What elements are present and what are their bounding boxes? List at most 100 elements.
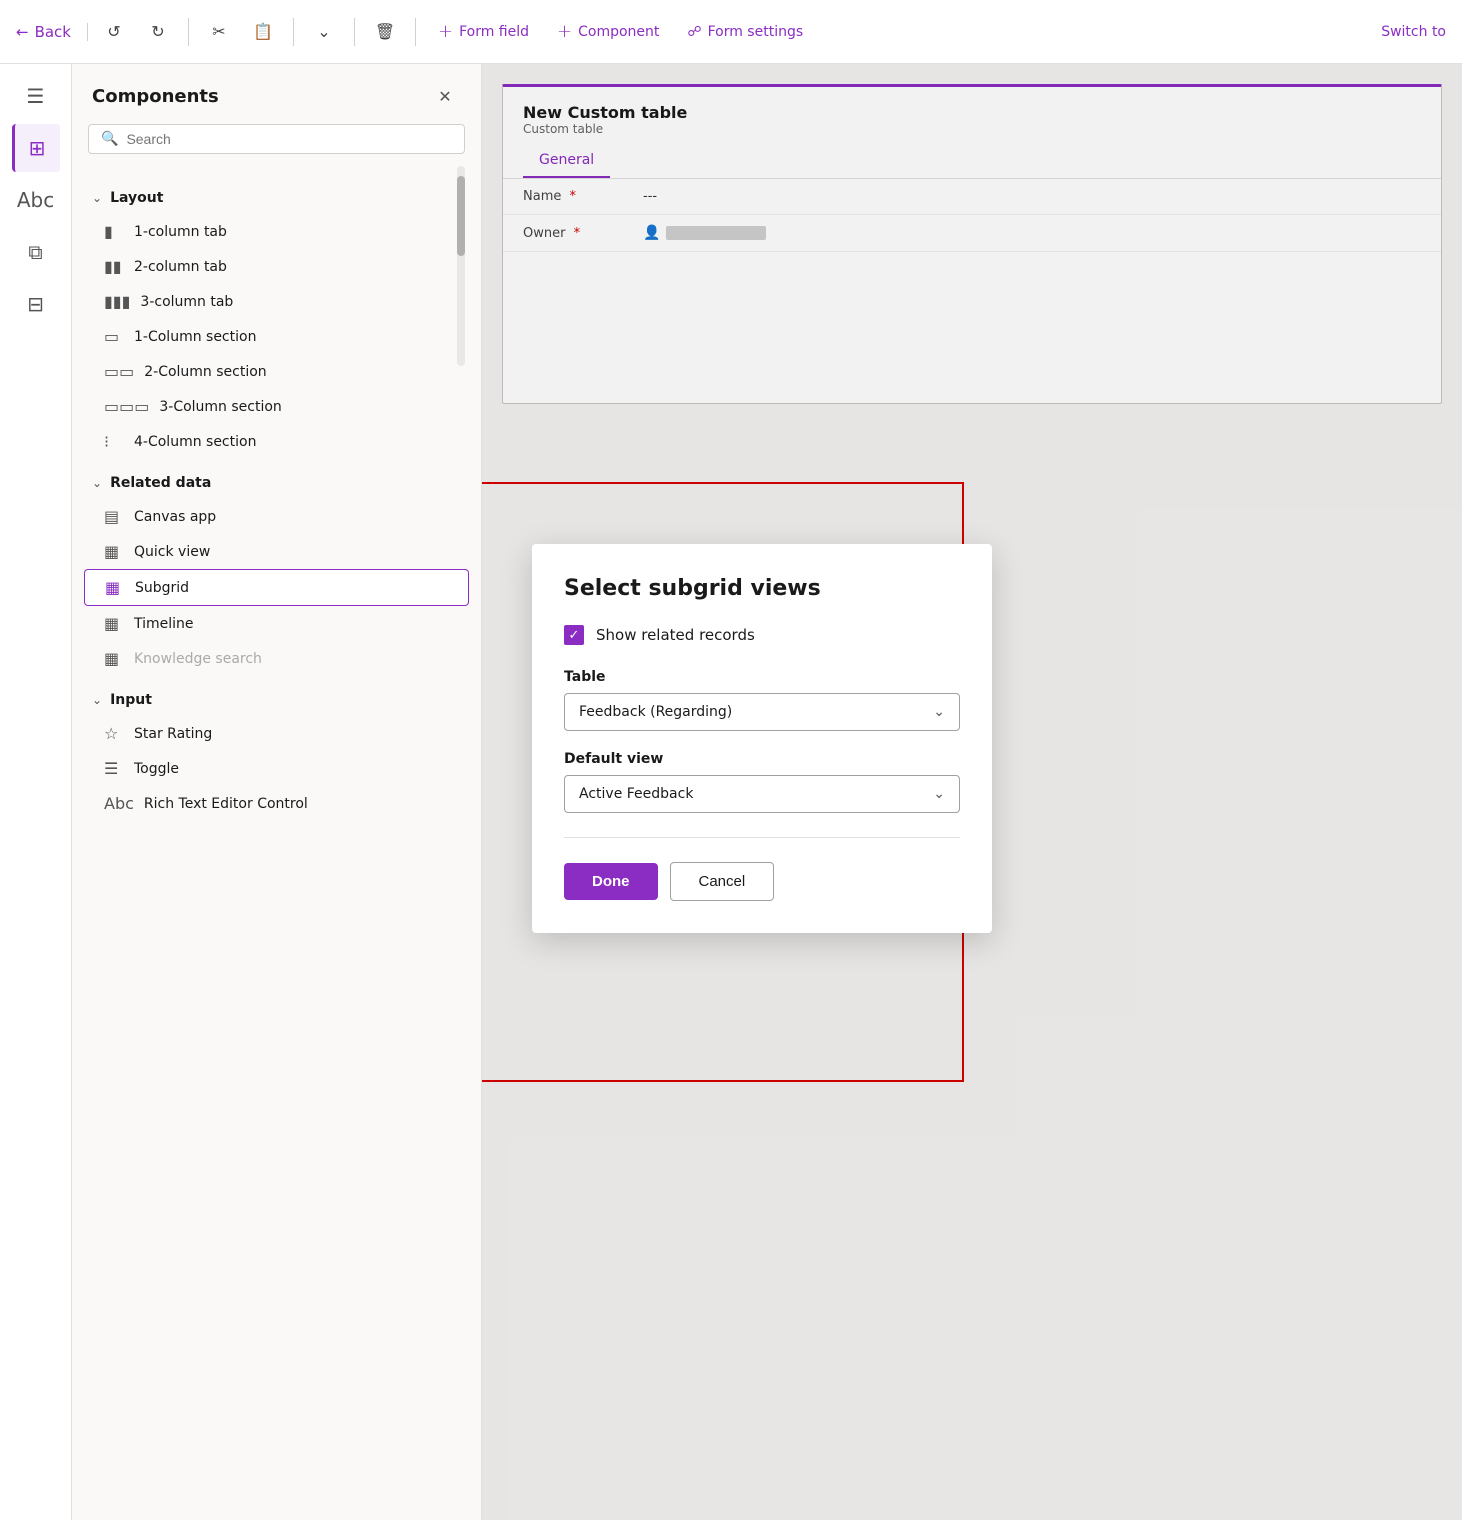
- components-close-button[interactable]: ✕: [429, 80, 461, 112]
- toolbar-separator-3: [354, 18, 355, 46]
- search-input[interactable]: [126, 131, 452, 147]
- components-title: Components: [92, 86, 219, 107]
- cancel-button[interactable]: Cancel: [670, 862, 775, 901]
- component-timeline[interactable]: ▦ Timeline: [72, 606, 481, 641]
- sec4-icon: ⁝: [104, 432, 124, 451]
- delete-button[interactable]: 🗑: [367, 14, 403, 50]
- cut-button[interactable]: ✂: [201, 14, 237, 50]
- default-view-select[interactable]: Active Feedback ⌄: [564, 775, 960, 813]
- table-select-value: Feedback (Regarding): [579, 704, 732, 720]
- component-4-column-section-label: 4-Column section: [134, 434, 256, 450]
- sidebar-icon-text[interactable]: Abc: [12, 176, 60, 224]
- back-label: Back: [35, 23, 71, 41]
- component-label: Component: [578, 24, 659, 40]
- related-data-chevron-icon: ⌄: [92, 476, 102, 490]
- layout-section-header[interactable]: ⌄ Layout: [72, 182, 481, 214]
- toolbar-separator-4: [415, 18, 416, 46]
- tab3-icon: ▮▮▮: [104, 292, 130, 311]
- component-quick-view[interactable]: ▦ Quick view: [72, 534, 481, 569]
- sidebar-icon-components[interactable]: ⊞: [12, 124, 60, 172]
- component-rte[interactable]: Abc Rich Text Editor Control: [72, 786, 481, 821]
- default-view-field-group: Default view Active Feedback ⌄: [564, 751, 960, 813]
- component-1-column-section[interactable]: ▭ 1-Column section: [72, 319, 481, 354]
- component-4-column-section[interactable]: ⁝ 4-Column section: [72, 424, 481, 459]
- component-star-rating[interactable]: ☆ Star Rating: [72, 716, 481, 751]
- layout-section: ⌄ Layout ▮ 1-column tab ▮▮ 2-column tab …: [72, 178, 481, 463]
- table-select[interactable]: Feedback (Regarding) ⌄: [564, 693, 960, 731]
- add-component-button[interactable]: + Component: [547, 15, 669, 48]
- sec2-icon: ▭▭: [104, 362, 134, 381]
- star-icon: ☆: [104, 724, 124, 743]
- component-star-rating-label: Star Rating: [134, 726, 212, 742]
- plus-icon-1: +: [438, 21, 453, 42]
- component-2-column-section-label: 2-Column section: [144, 364, 266, 380]
- component-1-column-tab-label: 1-column tab: [134, 224, 227, 240]
- component-timeline-label: Timeline: [134, 616, 194, 632]
- component-3-column-tab[interactable]: ▮▮▮ 3-column tab: [72, 284, 481, 319]
- sec3-icon: ▭▭▭: [104, 397, 149, 416]
- component-1-column-tab[interactable]: ▮ 1-column tab: [72, 214, 481, 249]
- related-data-section: ⌄ Related data ▤ Canvas app ▦ Quick view…: [72, 463, 481, 680]
- default-view-select-value: Active Feedback: [579, 786, 693, 802]
- settings-icon: ☍: [687, 24, 701, 40]
- canvas-icon: ▤: [104, 507, 124, 526]
- rte-icon: Abc: [104, 794, 134, 813]
- show-related-row: Show related records: [564, 625, 960, 645]
- sidebar-icon-data[interactable]: ⊟: [12, 280, 60, 328]
- show-related-checkbox[interactable]: [564, 625, 584, 645]
- table-field-group: Table Feedback (Regarding) ⌄: [564, 669, 960, 731]
- show-related-label: Show related records: [596, 626, 755, 644]
- sidebar-icons: ☰ ⊞ Abc ⧉ ⊟: [0, 64, 72, 1520]
- component-3-column-section-label: 3-Column section: [159, 399, 281, 415]
- component-canvas-app[interactable]: ▤ Canvas app: [72, 499, 481, 534]
- component-2-column-tab-label: 2-column tab: [134, 259, 227, 275]
- input-chevron-icon: ⌄: [92, 693, 102, 707]
- component-subgrid-label: Subgrid: [135, 580, 189, 596]
- back-button[interactable]: ← Back: [16, 23, 88, 41]
- undo-button[interactable]: ↺: [96, 14, 132, 50]
- search-icon: 🔍: [101, 131, 118, 147]
- add-form-field-button[interactable]: + Form field: [428, 15, 539, 48]
- done-button[interactable]: Done: [564, 863, 658, 900]
- copy-button[interactable]: 📋: [245, 14, 281, 50]
- input-section-header[interactable]: ⌄ Input: [72, 684, 481, 716]
- input-section-label: Input: [110, 692, 152, 708]
- component-2-column-tab[interactable]: ▮▮ 2-column tab: [72, 249, 481, 284]
- component-knowledge-search-label: Knowledge search: [134, 651, 262, 667]
- form-settings-label: Form settings: [708, 24, 804, 40]
- tab1-icon: ▮: [104, 222, 124, 241]
- component-subgrid[interactable]: ▦ Subgrid: [84, 569, 469, 606]
- form-settings-button[interactable]: ☍ Form settings: [677, 18, 813, 46]
- component-canvas-app-label: Canvas app: [134, 509, 216, 525]
- input-section: ⌄ Input ☆ Star Rating ☰ Toggle Abc Rich …: [72, 680, 481, 825]
- component-2-column-section[interactable]: ▭▭ 2-Column section: [72, 354, 481, 389]
- default-view-dropdown-chevron-icon: ⌄: [933, 786, 945, 802]
- more-button[interactable]: ⌄: [306, 14, 342, 50]
- component-rte-label: Rich Text Editor Control: [144, 796, 308, 812]
- layout-section-label: Layout: [110, 190, 163, 206]
- component-3-column-section[interactable]: ▭▭▭ 3-Column section: [72, 389, 481, 424]
- component-1-column-section-label: 1-Column section: [134, 329, 256, 345]
- sec1-icon: ▭: [104, 327, 124, 346]
- switch-button[interactable]: Switch to: [1381, 24, 1446, 40]
- main-area: New Custom table Custom table General Na…: [482, 64, 1462, 1520]
- table-dropdown-chevron-icon: ⌄: [933, 704, 945, 720]
- components-panel: Components ✕ 🔍 ⌄ Layout ▮ 1-column tab ▮…: [72, 64, 482, 1520]
- sidebar-icon-menu[interactable]: ☰: [12, 72, 60, 120]
- toggle-icon: ☰: [104, 759, 124, 778]
- default-view-field-label: Default view: [564, 751, 960, 767]
- components-header: Components ✕: [72, 64, 481, 120]
- redo-button[interactable]: ↻: [140, 14, 176, 50]
- sidebar-icon-layers[interactable]: ⧉: [12, 228, 60, 276]
- component-toggle[interactable]: ☰ Toggle: [72, 751, 481, 786]
- related-data-section-header[interactable]: ⌄ Related data: [72, 467, 481, 499]
- tab2-icon: ▮▮: [104, 257, 124, 276]
- component-3-column-tab-label: 3-column tab: [140, 294, 233, 310]
- toolbar-separator-1: [188, 18, 189, 46]
- layout-chevron-icon: ⌄: [92, 191, 102, 205]
- toolbar-separator-2: [293, 18, 294, 46]
- switch-label: Switch to: [1381, 24, 1446, 40]
- form-field-label: Form field: [459, 24, 529, 40]
- modal-divider: [564, 837, 960, 838]
- search-box[interactable]: 🔍: [88, 124, 465, 154]
